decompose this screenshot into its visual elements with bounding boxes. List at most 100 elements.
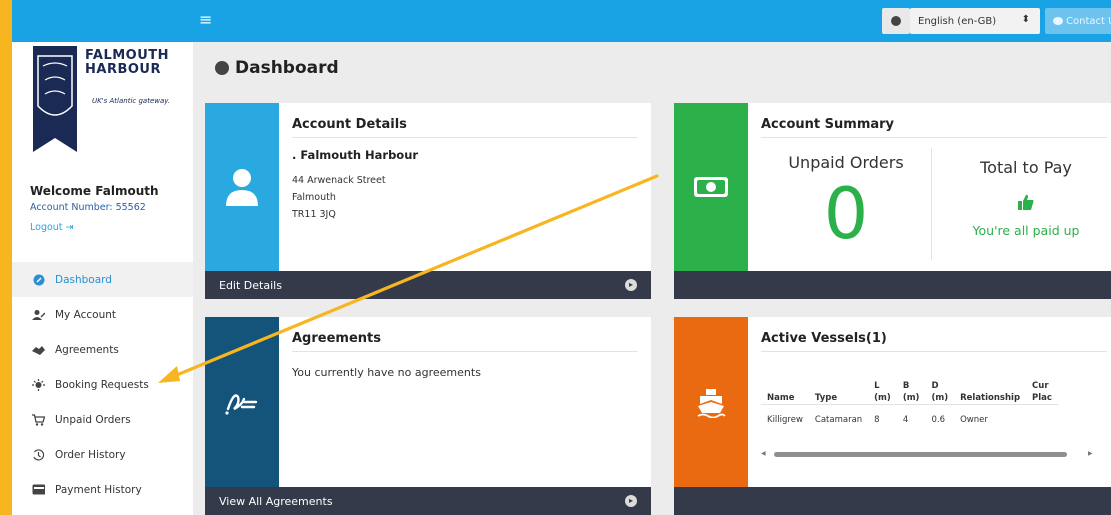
logo-tagline: UK's Atlantic gateway. [92, 97, 171, 105]
thumbs-up-icon [1018, 194, 1034, 210]
logout-link[interactable]: Logout ⇥ [30, 222, 74, 233]
sidebar-item-my-account[interactable]: My Account [12, 297, 193, 332]
card-side-panel [205, 317, 279, 487]
page-title: Dashboard [215, 58, 339, 78]
account-number: Account Number: 55562 [30, 202, 146, 213]
sidebar-item-label: Dashboard [55, 273, 112, 286]
app-frame: ≡ English (en-GB) ⬍ Contact U FALMOUTH H… [12, 0, 1111, 515]
table-cell: 8 [868, 403, 897, 436]
cart-icon [32, 413, 45, 426]
unpaid-orders-count: 0 [823, 173, 869, 255]
total-to-pay-label: Total to Pay [980, 158, 1072, 177]
globe-icon [882, 8, 910, 34]
dashboard-icon [32, 273, 45, 286]
table-scrollbar[interactable]: ◀ ▶ [761, 450, 1106, 458]
boat-icon [697, 389, 726, 418]
total-to-pay-column: Total to Pay You're all paid up [936, 158, 1111, 238]
card-footer-label: View All Agreements [219, 494, 333, 508]
card-heading: Account Details [292, 117, 638, 138]
logo-line-2: HARBOUR [85, 62, 161, 77]
account-summary-card: Account Summary Unpaid Orders 0 Total to… [674, 103, 1111, 299]
user-avatar-icon [226, 169, 258, 206]
edit-details-button[interactable]: Edit Details ▸ [205, 271, 651, 299]
sidebar-item-order-history[interactable]: Order History [12, 437, 193, 472]
column-header[interactable]: B (m) [897, 374, 926, 404]
account-name: . Falmouth Harbour [292, 148, 419, 162]
dashboard-icon [215, 61, 229, 75]
table-row[interactable]: Killigrew Catamaran 8 4 0.6 Owner [761, 403, 1058, 436]
language-select[interactable]: English (en-GB) ⬍ [910, 8, 1040, 34]
sidebar-item-agreements[interactable]: Agreements [12, 332, 193, 367]
chat-icon [1053, 17, 1063, 25]
sidebar-item-dashboard[interactable]: Dashboard [12, 262, 193, 297]
address-line-2: Falmouth [292, 192, 336, 203]
select-arrows-icon: ⬍ [1021, 14, 1030, 25]
top-bar: ≡ English (en-GB) ⬍ Contact U [12, 0, 1111, 42]
view-all-agreements-button[interactable]: View All Agreements ▸ [205, 487, 651, 515]
summary-divider [931, 148, 932, 260]
active-vessels-card: Active Vessels(1) Name Type L (m) B (m) … [674, 317, 1111, 515]
scroll-left-icon[interactable]: ◀ [761, 450, 766, 457]
card-side-panel [205, 103, 279, 271]
no-agreements-text: You currently have no agreements [292, 366, 481, 379]
column-header[interactable]: D (m) [925, 374, 954, 404]
menu-toggle-icon[interactable]: ≡ [199, 11, 212, 29]
signature-icon [225, 394, 258, 415]
table-cell: 4 [896, 403, 926, 436]
sidebar-item-label: Booking Requests [55, 378, 149, 391]
scroll-right-icon[interactable]: ▶ [1088, 450, 1093, 457]
scroll-thumb[interactable] [774, 452, 1067, 457]
unpaid-orders-column: Unpaid Orders 0 [766, 153, 926, 250]
sidebar-item-payment-history[interactable]: Payment History [12, 472, 193, 507]
paid-up-text: You're all paid up [972, 223, 1080, 238]
booking-icon [32, 378, 45, 391]
chevron-right-icon: ▸ [625, 495, 637, 507]
unpaid-orders-label: Unpaid Orders [788, 153, 904, 172]
card-side-panel [674, 317, 748, 487]
sidebar: FALMOUTH HARBOUR UK's Atlantic gateway. … [12, 42, 193, 515]
address-line-3: TR11 3JQ [292, 209, 336, 220]
table-header-row: Name Type L (m) B (m) D (m) Relationship… [761, 374, 1058, 404]
user-icon [32, 308, 45, 321]
sidebar-item-label: My Account [55, 308, 117, 321]
welcome-text: Welcome Falmouth [30, 184, 159, 198]
chevron-right-icon: ▸ [625, 279, 637, 291]
vessels-footer[interactable] [674, 487, 1111, 515]
sidebar-item-unpaid-orders[interactable]: Unpaid Orders [12, 402, 193, 437]
contact-button[interactable]: Contact U [1045, 8, 1111, 34]
card-side-panel [674, 103, 748, 271]
table-cell [1026, 403, 1058, 436]
sidebar-item-label: Payment History [55, 483, 142, 496]
sidebar-nav: Dashboard My Account Agreements Booking … [12, 262, 193, 507]
sidebar-item-label: Agreements [55, 343, 119, 356]
main-content: Dashboard Account Details . Falmouth Har… [193, 42, 1111, 515]
cash-icon [694, 177, 728, 197]
column-header[interactable]: L (m) [868, 374, 897, 404]
sidebar-item-booking-requests[interactable]: Booking Requests [12, 367, 193, 402]
contact-button-label: Contact U [1066, 15, 1111, 27]
sidebar-item-label: Order History [55, 448, 126, 461]
vessels-table: Name Type L (m) B (m) D (m) Relationship… [761, 374, 1058, 436]
history-icon [32, 448, 45, 461]
sidebar-item-label: Unpaid Orders [55, 413, 131, 426]
account-details-card: Account Details . Falmouth Harbour 44 Ar… [205, 103, 651, 299]
page-title-text: Dashboard [235, 58, 339, 78]
handshake-icon [32, 343, 45, 356]
agreements-card: Agreements You currently have no agreeme… [205, 317, 651, 515]
card-heading: Agreements [292, 331, 638, 352]
column-header[interactable]: Cur Plac [1026, 374, 1058, 404]
column-header[interactable]: Type [809, 374, 868, 404]
table-cell: Owner [954, 403, 1027, 436]
summary-footer[interactable] [674, 271, 1111, 299]
language-value: English (en-GB) [918, 15, 997, 27]
address-line-1: 44 Arwenack Street [292, 175, 386, 186]
logo-wordmark: FALMOUTH HARBOUR [85, 49, 169, 77]
card-heading: Account Summary [761, 117, 1107, 138]
column-header[interactable]: Name [761, 374, 809, 404]
card-heading: Active Vessels(1) [761, 331, 1107, 352]
table-cell: Killigrew [761, 403, 809, 436]
table-cell: 0.6 [925, 403, 955, 436]
table-cell: Catamaran [808, 403, 869, 436]
column-header[interactable]: Relationship [954, 374, 1026, 404]
harbour-logo-crest [33, 46, 77, 152]
